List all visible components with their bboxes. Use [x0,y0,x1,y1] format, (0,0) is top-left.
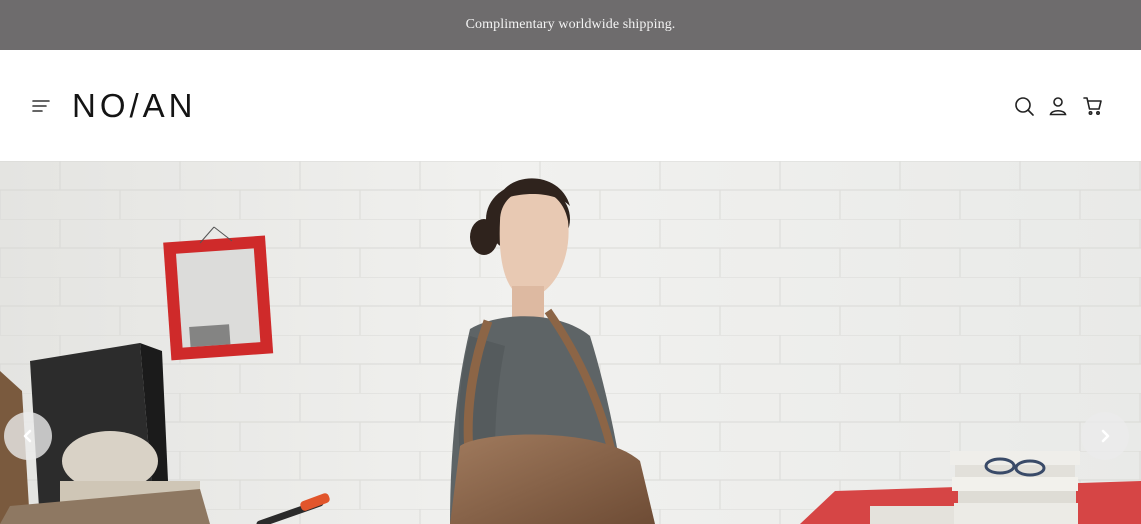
menu-icon[interactable] [30,95,52,117]
hero-slideshow [0,161,1141,524]
slideshow-next-button[interactable] [1081,412,1129,460]
hero-image [0,161,1141,524]
chevron-right-icon [1101,429,1110,443]
brand-logo[interactable]: NO/AN [72,88,197,124]
cart-icon[interactable] [1082,95,1104,117]
announcement-bar: Complimentary worldwide shipping. [0,0,1141,50]
announcement-text: Complimentary worldwide shipping. [465,17,676,32]
chevron-left-icon [23,429,32,443]
search-icon[interactable] [1013,95,1035,117]
slideshow-prev-button[interactable] [4,412,52,460]
site-header: NO/AN [0,50,1141,161]
user-icon[interactable] [1047,95,1069,117]
